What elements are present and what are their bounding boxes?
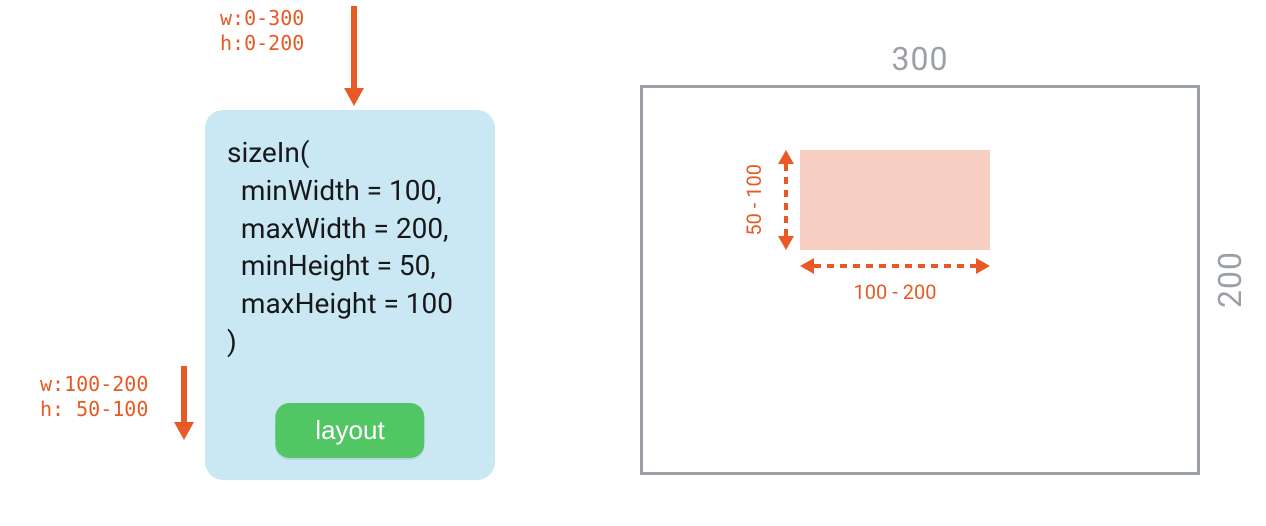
incoming-width-line: w:0-300 xyxy=(220,6,304,31)
code-card: sizeIn( minWidth = 100, maxWidth = 200, … xyxy=(205,110,495,480)
outer-width-label: 300 xyxy=(640,40,1200,78)
inner-width-range-label: 100 - 200 xyxy=(800,280,990,304)
inner-width-dimension: 100 - 200 xyxy=(800,278,990,304)
code-fn: sizeIn( xyxy=(227,136,309,169)
code-block: sizeIn( minWidth = 100, maxWidth = 200, … xyxy=(227,134,473,361)
inner-height-range-label: 50 - 100 xyxy=(742,164,766,236)
arrow-down-icon xyxy=(340,6,368,108)
double-arrow-vertical-icon xyxy=(776,150,796,250)
double-arrow-horizontal-icon xyxy=(800,256,990,276)
arrow-down-icon xyxy=(170,366,198,442)
code-param-minwidth: minWidth = 100, xyxy=(227,174,442,207)
outgoing-constraints-label: w:100-200 h: 50-100 xyxy=(40,372,148,422)
outgoing-width-line: w:100-200 xyxy=(40,372,148,397)
code-param-minheight: minHeight = 50, xyxy=(227,249,436,282)
outgoing-height-line: h: 50-100 xyxy=(40,397,148,422)
code-close: ) xyxy=(227,325,237,358)
incoming-constraints-label: w:0-300 h:0-200 xyxy=(220,6,304,56)
outer-height-label: 200 xyxy=(1210,85,1250,475)
code-param-maxwidth: maxWidth = 200, xyxy=(227,212,449,245)
code-param-maxheight: maxHeight = 100 xyxy=(227,287,453,320)
inner-result-box xyxy=(800,150,990,250)
incoming-height-line: h:0-200 xyxy=(220,31,304,56)
layout-button[interactable]: layout xyxy=(275,403,424,458)
